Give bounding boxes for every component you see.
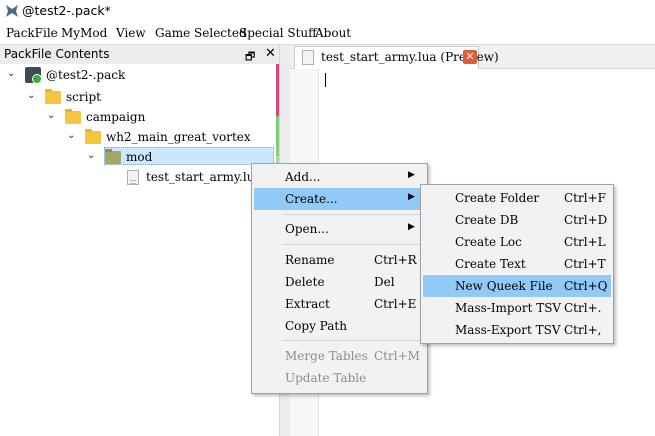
menu-view[interactable]: View	[116, 26, 146, 40]
submenu-arrow-icon: ▶	[408, 222, 415, 232]
tree-item-mod[interactable]: ⌄ mod	[0, 148, 276, 168]
menu-item-label: Create...	[285, 192, 338, 206]
menu-special-stuff[interactable]: Special Stuff	[239, 26, 317, 40]
menu-item-label: New Queek File	[455, 279, 553, 293]
title-bar: @test2-.pack*	[0, 0, 655, 24]
menu-item-label: Rename	[285, 253, 335, 267]
pack-icon	[25, 67, 42, 84]
menu-item-label: Mass-Import TSV	[455, 301, 562, 315]
folder-icon	[105, 149, 121, 164]
menu-item-merge-tables[interactable]: Merge Tables Ctrl+M	[254, 345, 425, 367]
menu-item-label: Create Folder	[455, 191, 540, 205]
tree-label: mod	[126, 150, 153, 164]
tree-label: @test2-.pack	[46, 68, 126, 82]
file-icon	[127, 170, 139, 185]
create-submenu: Create Folder Ctrl+F Create DB Ctrl+D Cr…	[420, 184, 614, 344]
menu-item-label: Mass-Export TSV	[455, 323, 561, 337]
submenu-arrow-icon: ▶	[408, 192, 415, 202]
tree-label: wh2_main_great_vortex	[106, 130, 251, 144]
menu-item-label: Merge Tables	[285, 349, 368, 363]
menu-item-label: Delete	[285, 275, 325, 289]
folder-icon	[65, 109, 81, 124]
packfile-tree: ⌄ @test2-.pack ⌄ script ⌄ campaign ⌄ wh2…	[0, 64, 276, 436]
tree-label: campaign	[86, 110, 146, 124]
chevron-down-icon[interactable]: ⌄	[47, 111, 57, 121]
text-caret	[325, 73, 326, 87]
menu-item-shortcut: Ctrl+.	[564, 301, 602, 315]
menu-item-shortcut: Del	[374, 275, 395, 289]
menu-item-create-text[interactable]: Create Text Ctrl+T	[423, 253, 611, 275]
menu-separator	[282, 340, 422, 341]
window-title: @test2-.pack*	[22, 3, 111, 18]
menu-item-shortcut: Ctrl+F	[564, 191, 606, 205]
menu-item-shortcut: Ctrl+T	[564, 257, 606, 271]
menu-about[interactable]: About	[315, 26, 351, 40]
menu-packfile[interactable]: PackFile	[6, 26, 58, 40]
menu-item-create-db[interactable]: Create DB Ctrl+D	[423, 209, 611, 231]
file-icon	[302, 50, 314, 65]
menu-item-shortcut: Ctrl+Q	[564, 279, 608, 293]
folder-icon	[85, 129, 101, 144]
tree-label: test_start_army.lua	[146, 170, 262, 184]
menu-item-shortcut: Ctrl+,	[564, 323, 602, 337]
menu-item-create[interactable]: Create... ▶	[254, 188, 425, 210]
menu-item-shortcut: Ctrl+L	[564, 235, 606, 249]
menu-item-label: Extract	[285, 297, 330, 311]
close-tab-icon[interactable]: ✕	[463, 50, 477, 64]
menu-item-add[interactable]: Add... ▶	[254, 166, 425, 188]
menu-item-shortcut: Ctrl+D	[564, 213, 608, 227]
tree-item-campaign[interactable]: ⌄ campaign	[0, 108, 276, 128]
chevron-down-icon[interactable]: ⌄	[27, 91, 37, 101]
menu-item-delete[interactable]: Delete Del	[254, 271, 425, 293]
menu-separator	[282, 244, 422, 245]
menu-item-create-folder[interactable]: Create Folder Ctrl+F	[423, 187, 611, 209]
menu-item-update-table[interactable]: Update Table	[254, 367, 425, 389]
menu-item-copy-path[interactable]: Copy Path	[254, 315, 425, 337]
context-menu: Add... ▶ Create... ▶ Open... ▶ Rename Ct…	[251, 163, 428, 394]
menu-item-new-queek-file[interactable]: New Queek File Ctrl+Q	[423, 275, 611, 297]
menu-separator	[282, 214, 422, 215]
menu-item-label: Create Text	[455, 257, 526, 271]
tree-label: script	[66, 90, 101, 104]
tree-item-wh2-main-great-vortex[interactable]: ⌄ wh2_main_great_vortex	[0, 128, 276, 148]
menu-game-selected[interactable]: Game Selected	[155, 26, 247, 40]
app-icon	[6, 5, 18, 17]
close-dock-icon[interactable]: ✕	[265, 46, 276, 61]
menu-item-extract[interactable]: Extract Ctrl+E	[254, 293, 425, 315]
chevron-down-icon[interactable]: ⌄	[7, 69, 17, 79]
editor-tab-bar: test_start_army.lua (Preview) ✕	[290, 45, 655, 69]
menu-item-mass-import-tsv[interactable]: Mass-Import TSV Ctrl+.	[423, 297, 611, 319]
submenu-arrow-icon: ▶	[408, 170, 415, 180]
dock-header: PackFile Contents 🗗 ✕	[0, 45, 282, 64]
menu-item-create-loc[interactable]: Create Loc Ctrl+L	[423, 231, 611, 253]
menu-bar: PackFile MyMod View Game Selected Specia…	[0, 24, 655, 44]
menu-item-rename[interactable]: Rename Ctrl+R	[254, 249, 425, 271]
menu-item-shortcut: Ctrl+M	[374, 349, 420, 363]
folder-icon	[45, 89, 61, 104]
menu-item-label: Update Table	[285, 371, 367, 385]
menu-item-mass-export-tsv[interactable]: Mass-Export TSV Ctrl+,	[423, 319, 611, 341]
menu-mymod[interactable]: MyMod	[61, 26, 107, 40]
menu-item-label: Create DB	[455, 213, 519, 227]
menu-item-label: Create Loc	[455, 235, 522, 249]
tree-item-script[interactable]: ⌄ script	[0, 88, 276, 108]
tab-test-start-army-lua[interactable]: test_start_army.lua (Preview) ✕	[294, 46, 499, 69]
menu-item-shortcut: Ctrl+E	[374, 297, 417, 311]
menu-item-label: Add...	[285, 170, 321, 184]
menu-item-shortcut: Ctrl+R	[374, 253, 417, 267]
tree-item-test-start-army-lua[interactable]: test_start_army.lua	[0, 168, 276, 188]
chevron-down-icon[interactable]: ⌄	[87, 151, 97, 161]
menu-item-label: Open...	[285, 222, 329, 236]
menu-item-open[interactable]: Open... ▶	[254, 218, 425, 240]
dock-title: PackFile Contents	[4, 47, 110, 61]
menu-item-label: Copy Path	[285, 319, 347, 333]
chevron-down-icon[interactable]: ⌄	[67, 131, 77, 141]
tree-item-pack[interactable]: ⌄ @test2-.pack	[0, 66, 276, 86]
